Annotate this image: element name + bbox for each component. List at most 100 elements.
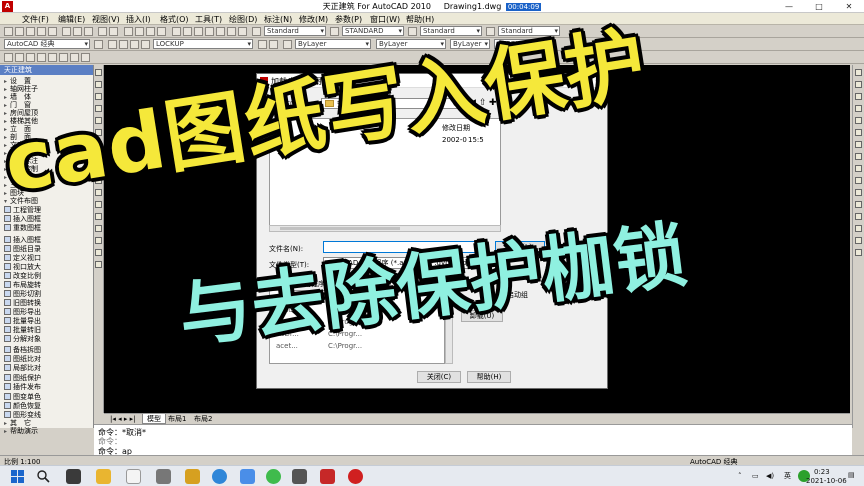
array-icon[interactable] <box>855 117 862 124</box>
lock-icon[interactable] <box>141 40 150 49</box>
file-list-scrollbar[interactable] <box>269 225 501 232</box>
media-icon[interactable] <box>292 469 307 484</box>
menu-edit[interactable]: 编辑(E) <box>58 14 85 25</box>
sidebar-item-insert-frame-2[interactable]: 插入图框 <box>4 236 41 244</box>
explode-icon[interactable] <box>855 249 862 256</box>
break-icon[interactable] <box>855 201 862 208</box>
fillet-icon[interactable] <box>855 237 862 244</box>
menu-parametric[interactable]: 参数(P) <box>335 14 362 25</box>
sidebar-item-settings[interactable]: ▸ 设 置 <box>4 77 31 85</box>
tab-nav-arrows[interactable]: |◂ ◂ ▸ ▸| <box>106 414 139 424</box>
cut-icon[interactable] <box>62 27 71 36</box>
print-icon[interactable] <box>37 27 46 36</box>
dim-style-icon[interactable] <box>330 27 339 36</box>
autocad-icon[interactable] <box>320 469 335 484</box>
sidebar-item-convert[interactable]: 旧图转换 <box>4 299 41 307</box>
sidebar-item-wall[interactable]: ▸ 墙 体 <box>4 93 31 101</box>
pan-icon[interactable] <box>124 27 133 36</box>
sidebar-item-archive[interactable]: 备档拆图 <box>4 346 41 354</box>
tch-2-icon[interactable] <box>15 53 24 62</box>
menu-file[interactable]: 文件(F) <box>22 14 49 25</box>
sidebar-item-other[interactable]: ▸ 其 它 <box>4 419 31 427</box>
table-style-select[interactable]: Standard <box>420 26 482 36</box>
zoom-previous-icon[interactable] <box>157 27 166 36</box>
sidebar-item-local-compare[interactable]: 局部比对 <box>4 364 41 372</box>
extend-icon[interactable] <box>855 189 862 196</box>
properties-icon[interactable] <box>172 27 181 36</box>
sidebar-item-rotate[interactable]: 布局旋转 <box>4 281 41 289</box>
workspace-settings-icon[interactable] <box>94 40 103 49</box>
tch-8-icon[interactable] <box>81 53 90 62</box>
sidebar-item-renumber[interactable]: 重数图框 <box>4 224 41 232</box>
mleader-style-icon[interactable] <box>486 27 495 36</box>
line-icon[interactable] <box>95 69 102 76</box>
rotate-icon[interactable] <box>855 141 862 148</box>
sidebar-item-catalog[interactable]: 图纸目录 <box>4 245 41 253</box>
join-icon[interactable] <box>855 213 862 220</box>
markup-icon[interactable] <box>216 27 225 36</box>
make-current-icon[interactable] <box>258 40 267 49</box>
windows-start-icon[interactable] <box>10 469 25 484</box>
sidebar-item-batch-convert[interactable]: 批量转旧 <box>4 326 41 334</box>
region-icon[interactable] <box>95 237 102 244</box>
color-select[interactable]: ByLayer <box>295 39 371 49</box>
workspace-select[interactable]: AutoCAD 经典 <box>4 39 90 49</box>
sidebar-item-export[interactable]: 图形导出 <box>4 308 41 316</box>
linetype-select[interactable]: ByLayer <box>376 39 446 49</box>
sidebar-item-protect[interactable]: 图纸保护 <box>4 374 41 382</box>
snipping-icon[interactable] <box>156 469 171 484</box>
design-center-icon[interactable] <box>183 27 192 36</box>
tab-layout1[interactable]: 布局1 <box>164 414 190 424</box>
sidebar-item-explode[interactable]: 分解对象 <box>4 335 41 343</box>
ime-language[interactable]: 英 <box>784 471 791 481</box>
polyline-icon[interactable] <box>95 93 102 100</box>
menu-format[interactable]: 格式(O) <box>160 14 189 25</box>
folder-icon[interactable] <box>185 469 200 484</box>
calculator-icon[interactable] <box>227 27 236 36</box>
chamfer-icon[interactable] <box>855 225 862 232</box>
sidebar-item-viewport[interactable]: 定义视口 <box>4 254 41 262</box>
menu-modify[interactable]: 修改(M) <box>299 14 328 25</box>
maximize-button[interactable]: □ <box>804 0 834 13</box>
notepad-icon[interactable] <box>126 469 141 484</box>
cloud-app-icon[interactable] <box>240 469 255 484</box>
copy-icon[interactable] <box>73 27 82 36</box>
clock-time[interactable]: 0:23 <box>814 468 830 476</box>
open-icon[interactable] <box>15 27 24 36</box>
help-icon[interactable] <box>238 27 247 36</box>
menu-view[interactable]: 视图(V) <box>92 14 120 25</box>
clock-date[interactable]: 2021-10-06 <box>806 477 847 485</box>
zoom-window-icon[interactable] <box>146 27 155 36</box>
table-style-icon[interactable] <box>408 27 417 36</box>
move-icon[interactable] <box>855 129 862 136</box>
network-icon[interactable]: ▭ <box>752 472 759 480</box>
sidebar-item-mono[interactable]: 图变单色 <box>4 393 41 401</box>
sidebar-item-scale[interactable]: 改变比例 <box>4 272 41 280</box>
erase-icon[interactable] <box>855 69 862 76</box>
tch-7-icon[interactable] <box>70 53 79 62</box>
tool-palette-icon[interactable] <box>194 27 203 36</box>
layer-manager-icon[interactable] <box>108 40 117 49</box>
task-view-icon[interactable] <box>66 469 81 484</box>
offset-icon[interactable] <box>855 105 862 112</box>
menu-dimension[interactable]: 标注(N) <box>264 14 292 25</box>
recorder-icon[interactable] <box>348 469 363 484</box>
tch-4-icon[interactable] <box>37 53 46 62</box>
sidebar-item-plugin[interactable]: 插件发布 <box>4 383 41 391</box>
stretch-icon[interactable] <box>855 165 862 172</box>
sidebar-item-viewport-zoom[interactable]: 视口放大 <box>4 263 41 271</box>
edge-icon[interactable] <box>212 469 227 484</box>
menu-draw[interactable]: 绘图(D) <box>229 14 257 25</box>
color-swatch-icon[interactable] <box>283 40 292 49</box>
sidebar-item-cut[interactable]: 图形切割 <box>4 290 41 298</box>
tab-model[interactable]: 模型 <box>142 414 166 424</box>
help-button[interactable]: 帮助(H) <box>467 371 511 383</box>
notification-icon[interactable]: ▤ <box>848 471 855 479</box>
tab-layout2[interactable]: 布局2 <box>190 414 216 424</box>
sidebar-item-color-restore[interactable]: 颜色恢复 <box>4 402 41 410</box>
trim-icon[interactable] <box>855 177 862 184</box>
close-button[interactable]: 关闭(C) <box>417 371 461 383</box>
lightbulb-icon[interactable] <box>119 40 128 49</box>
menu-help[interactable]: 帮助(H) <box>406 14 434 25</box>
dim-style-select[interactable]: STANDARD <box>342 26 404 36</box>
